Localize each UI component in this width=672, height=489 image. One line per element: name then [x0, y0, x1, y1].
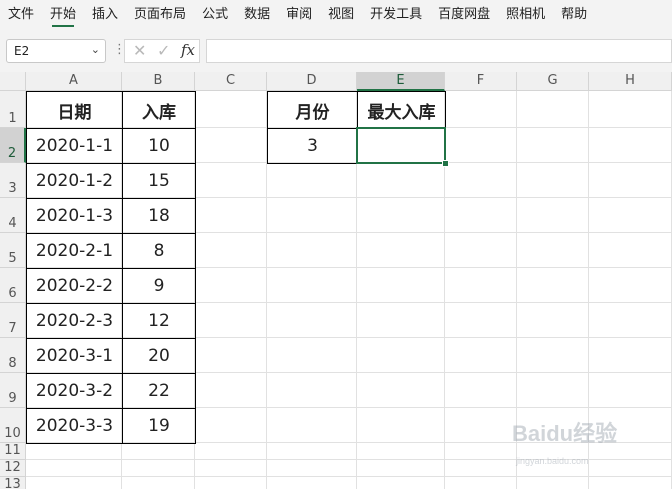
row-header[interactable]: 9 — [0, 373, 26, 408]
row-header[interactable]: 11 — [0, 443, 26, 460]
chevron-down-icon[interactable]: ⌄ — [91, 43, 100, 56]
table-cell[interactable]: 2020-2-3 — [26, 303, 123, 339]
column-header[interactable]: D — [267, 72, 357, 91]
menu-item[interactable]: 视图 — [320, 0, 362, 30]
table-cell[interactable]: 2020-1-1 — [26, 128, 123, 164]
table-header-cell[interactable]: 最大入库 — [357, 91, 446, 129]
confirm-icon[interactable]: ✓ — [157, 41, 170, 60]
row-header[interactable]: 10 — [0, 408, 26, 443]
table-cell[interactable]: 2020-1-3 — [26, 198, 123, 234]
formula-bar: E2 ⌄ ⋮ ✕ ✓ fx — [0, 30, 672, 72]
insert-function-icon[interactable]: fx — [181, 41, 195, 59]
menu-item[interactable]: 照相机 — [498, 0, 553, 30]
table-cell[interactable]: 22 — [122, 373, 196, 409]
table-cell[interactable]: 8 — [122, 233, 196, 269]
table-cell[interactable]: 2020-3-1 — [26, 338, 123, 374]
menu-item[interactable]: 百度网盘 — [430, 0, 498, 30]
row-header[interactable]: 13 — [0, 477, 26, 489]
fill-handle[interactable] — [442, 160, 449, 167]
column-header[interactable]: G — [517, 72, 589, 91]
column-header[interactable]: B — [122, 72, 195, 91]
baidu-watermark-logo: Baidu经验 jingyan.baidu.com — [512, 416, 662, 478]
table-header-cell[interactable]: 月份 — [267, 91, 358, 129]
menu-item[interactable]: 审阅 — [278, 0, 320, 30]
menu-item[interactable]: 插入 — [84, 0, 126, 30]
column-header[interactable]: E — [357, 72, 445, 91]
watermark-url: jingyan.baidu.com — [516, 456, 589, 466]
row-header[interactable]: 5 — [0, 233, 26, 268]
table-cell[interactable]: 19 — [122, 408, 196, 444]
row-header[interactable]: 4 — [0, 198, 26, 233]
table-header-cell[interactable]: 入库 — [122, 91, 196, 129]
row-header[interactable]: 1 — [0, 91, 26, 128]
menu-item[interactable]: 文件 — [0, 0, 42, 30]
column-header[interactable]: H — [589, 72, 672, 91]
menu-item[interactable]: 页面布局 — [126, 0, 194, 30]
menu-item[interactable]: 帮助 — [553, 0, 595, 30]
menu-item[interactable]: 开始 — [42, 0, 84, 30]
row-header[interactable]: 2 — [0, 128, 26, 163]
column-header[interactable]: F — [445, 72, 517, 91]
name-box-value: E2 — [14, 44, 30, 58]
menu-bar: 文件 开始 插入 页面布局 公式 数据 审阅 视图 开发工具 百度网盘 照相机 帮助 — [0, 0, 672, 30]
active-cell-outline — [356, 127, 446, 164]
table-header-cell[interactable]: 日期 — [26, 91, 123, 129]
table-cell[interactable]: 12 — [122, 303, 196, 339]
menu-item[interactable]: 开发工具 — [362, 0, 430, 30]
table-cell[interactable]: 18 — [122, 198, 196, 234]
table-cell[interactable]: 2020-2-1 — [26, 233, 123, 269]
watermark-brand: Baidu经验 — [512, 421, 618, 446]
table-cell[interactable]: 2020-1-2 — [26, 163, 123, 199]
menu-item[interactable]: 公式 — [194, 0, 236, 30]
cancel-icon[interactable]: ✕ — [133, 41, 146, 60]
formula-actions: ✕ ✓ fx — [124, 39, 200, 63]
row-header[interactable]: 8 — [0, 338, 26, 373]
table-cell[interactable]: 10 — [122, 128, 196, 164]
select-all-corner[interactable] — [0, 72, 26, 91]
table-cell[interactable]: 9 — [122, 268, 196, 304]
table-cell[interactable]: 2020-3-3 — [26, 408, 123, 444]
row-header[interactable]: 6 — [0, 268, 26, 303]
table-cell[interactable]: 2020-3-2 — [26, 373, 123, 409]
name-box[interactable]: E2 ⌄ — [6, 39, 106, 63]
table-cell[interactable]: 20 — [122, 338, 196, 374]
column-header[interactable]: A — [26, 72, 122, 91]
table-cell[interactable]: 2020-2-2 — [26, 268, 123, 304]
month-cell[interactable]: 3 — [267, 128, 358, 164]
row-header[interactable]: 3 — [0, 163, 26, 198]
column-header[interactable]: C — [195, 72, 267, 91]
table-cell[interactable]: 15 — [122, 163, 196, 199]
row-header[interactable]: 12 — [0, 460, 26, 477]
row-header[interactable]: 7 — [0, 303, 26, 338]
formula-input[interactable] — [206, 39, 672, 63]
menu-item[interactable]: 数据 — [236, 0, 278, 30]
